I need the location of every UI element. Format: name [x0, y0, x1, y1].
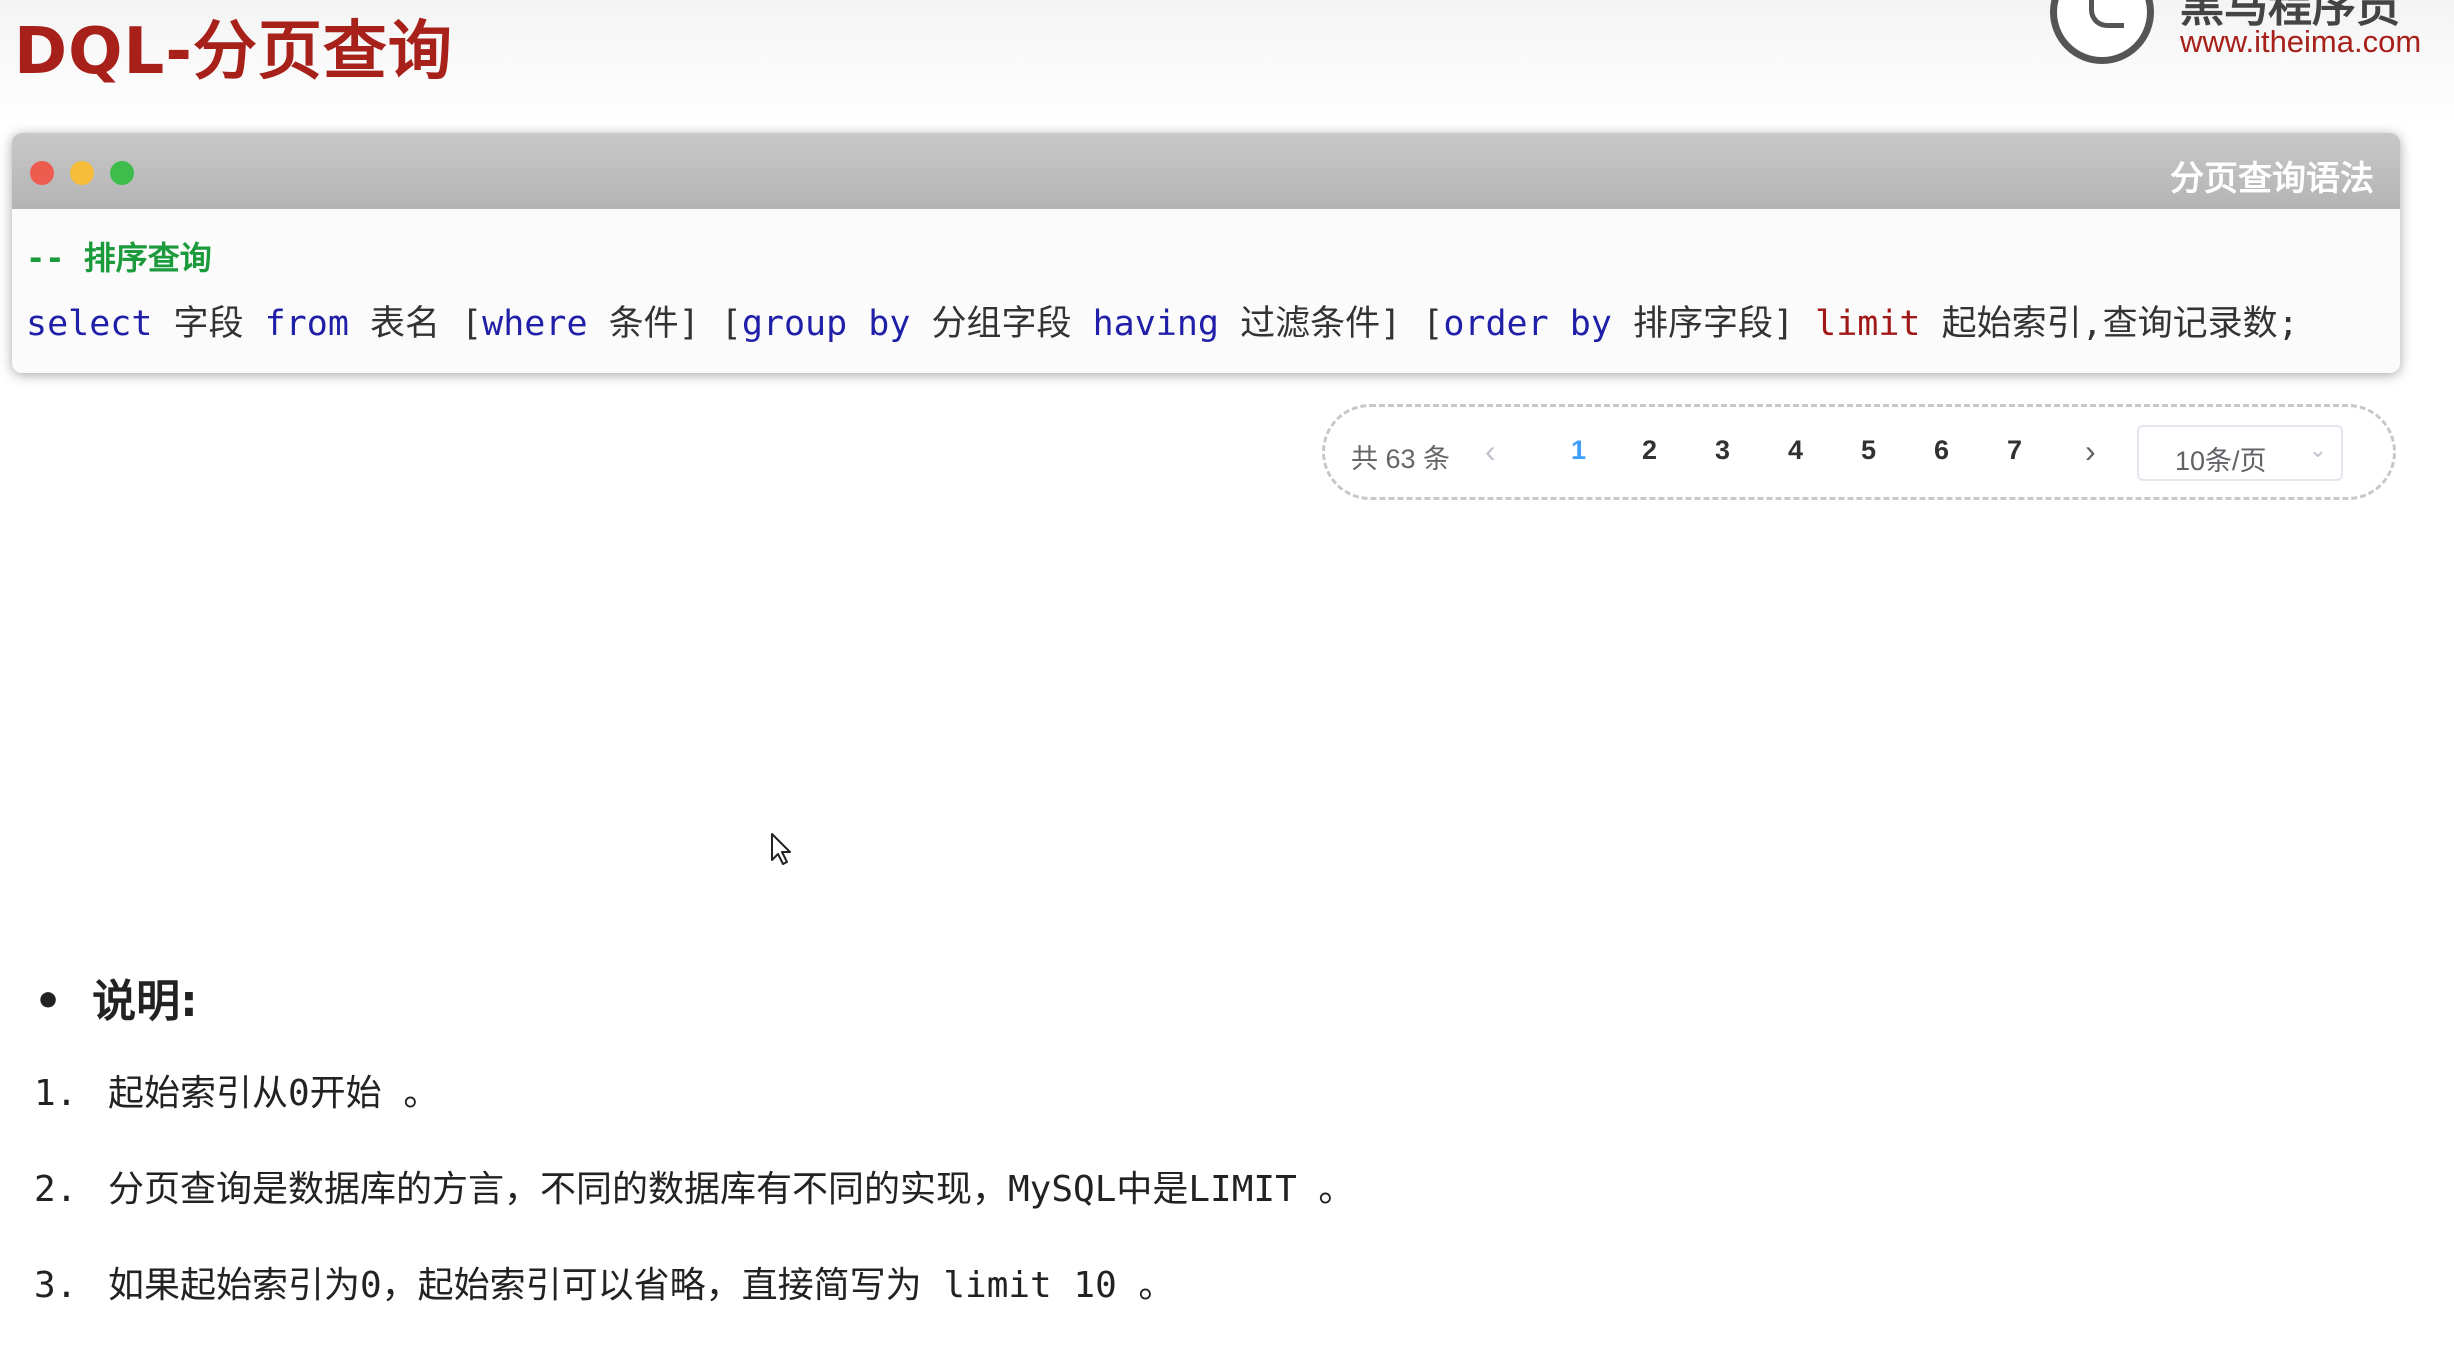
token-group-open: [: [720, 304, 742, 344]
brand-logo: 黑马程序员 www.itheima.com: [2050, 0, 2450, 70]
code-line-syntax: select 字段 from 表名 [where 条件] [group by 分…: [26, 295, 2299, 346]
pagination: 共 63 条 ‹ 1 2 3 4 5 6 7 › 10条/页 ⌄: [1322, 404, 2396, 500]
token-order-open: [: [1422, 304, 1444, 344]
token-limit-args: 起始索引,查询记录数;: [1941, 304, 2299, 344]
note-item-1: 1. 起始索引从0开始 。: [34, 1064, 439, 1116]
kw-having: having: [1092, 304, 1220, 344]
token-condition: 条件]: [608, 304, 700, 344]
page-button-1[interactable]: 1: [1571, 435, 1586, 466]
note-item-2: 2. 分页查询是数据库的方言，不同的数据库有不同的实现，MySQL中是LIMIT …: [34, 1160, 1354, 1212]
kw-limit: limit: [1815, 304, 1921, 344]
page-button-3[interactable]: 3: [1715, 435, 1730, 466]
window-titlebar: 分页查询语法: [12, 133, 2400, 209]
token-filter: 过滤条件]: [1240, 304, 1402, 344]
code-comment: -- 排序查询: [26, 239, 212, 277]
note-number: 2.: [34, 1169, 78, 1210]
code-window: 分页查询语法 -- 排序查询 select 字段 from 表名 [where …: [12, 133, 2400, 373]
horse-logo-icon: [2050, 0, 2154, 64]
notes-heading-text: 说明:: [92, 976, 198, 1027]
page-size-value: 10条/页: [2175, 446, 2267, 476]
logo-url: www.itheima.com: [2180, 24, 2422, 59]
chevron-right-icon[interactable]: ›: [2085, 433, 2096, 470]
token-where-open: [: [461, 304, 483, 344]
note-item-3: 3. 如果起始索引为0，起始索引可以省略，直接简写为 limit 10 。: [34, 1256, 1174, 1308]
token-sort-field: 排序字段]: [1632, 304, 1795, 344]
page-button-5[interactable]: 5: [1861, 435, 1876, 466]
page-size-select[interactable]: 10条/页 ⌄: [2137, 425, 2343, 481]
kw-select: select: [26, 304, 153, 344]
chevron-left-icon[interactable]: ‹: [1485, 433, 1496, 470]
note-text: 起始索引从0开始 。: [108, 1073, 440, 1114]
page-title: DQL-分页查询: [14, 15, 453, 89]
bullet-icon: •: [34, 976, 63, 1027]
note-text: 分页查询是数据库的方言，不同的数据库有不同的实现，MySQL中是LIMIT 。: [108, 1169, 1355, 1210]
page-button-7[interactable]: 7: [2007, 435, 2022, 466]
note-number: 1.: [34, 1073, 78, 1114]
note-text: 如果起始索引为0，起始索引可以省略，直接简写为 limit 10 。: [108, 1265, 1175, 1306]
page-button-2[interactable]: 2: [1642, 435, 1657, 466]
pagination-total: 共 63 条: [1351, 444, 1451, 474]
slide-header: DQL-分页查询 黑马程序员 www.itheima.com: [0, 0, 2454, 125]
kw-group-by: group by: [741, 304, 911, 344]
maximize-window-dot-icon: [110, 161, 134, 185]
kw-order-by: order by: [1443, 304, 1612, 344]
close-window-dot-icon: [30, 161, 54, 185]
kw-from: from: [264, 304, 349, 344]
mouse-cursor-icon: [771, 833, 791, 865]
token-group-field: 分组字段: [931, 304, 1072, 344]
token-field: 字段: [173, 304, 244, 344]
chevron-down-icon: ⌄: [2308, 437, 2327, 462]
minimize-window-dot-icon: [70, 161, 94, 185]
token-table: 表名: [369, 304, 440, 344]
page-button-4[interactable]: 4: [1788, 435, 1803, 466]
note-number: 3.: [34, 1265, 78, 1306]
page-button-6[interactable]: 6: [1934, 435, 1949, 466]
window-title: 分页查询语法: [2170, 159, 2374, 199]
notes-heading: • 说明:: [34, 965, 198, 1029]
kw-where: where: [482, 304, 588, 344]
